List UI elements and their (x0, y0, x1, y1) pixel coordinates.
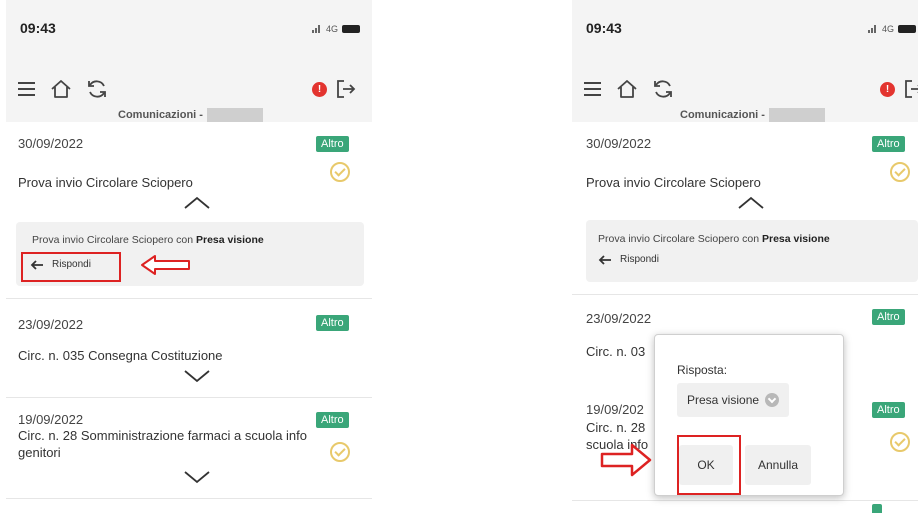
refresh-icon[interactable] (650, 76, 676, 102)
divider (572, 500, 918, 501)
detail-text-bold: Presa visione (762, 233, 830, 245)
read-check-icon (890, 162, 910, 182)
category-tag: Altro (872, 309, 905, 325)
signal-indicator: 4G (867, 24, 916, 34)
item-title: Circ. n. 28 Somministrazione farmaci a s… (18, 428, 308, 460)
chevron-down-icon[interactable] (182, 369, 212, 383)
page-title: Comunicazioni - (118, 108, 263, 122)
signal-bars-icon (867, 25, 878, 33)
item-title-line-1: Circ. n. 28 (586, 420, 646, 435)
page-title-text: Comunicazioni - (680, 109, 765, 121)
chevron-up-icon[interactable] (182, 196, 212, 210)
item-date: 30/09/2022 (586, 136, 652, 151)
item-detail-box: Prova invio Circolare Sciopero con Presa… (16, 222, 364, 286)
category-tag (872, 504, 882, 513)
chevron-up-icon[interactable] (736, 196, 766, 210)
list-item[interactable]: 23/09/2022 Altro Circ. n. 035 Consegna C… (6, 299, 372, 397)
item-title: Prova invio Circolare Sciopero (18, 175, 193, 190)
response-select[interactable]: Presa visione (677, 383, 790, 417)
read-check-icon (890, 432, 910, 452)
reply-arrow-icon (598, 254, 611, 265)
pointer-arrow-icon (141, 255, 190, 275)
home-icon[interactable] (614, 76, 640, 102)
menu-icon[interactable] (580, 76, 606, 102)
list-item[interactable]: 19/09/2022 Altro Circ. n. 28 Somministra… (6, 398, 372, 498)
page-title: Comunicazioni - (680, 108, 825, 122)
status-time: 09:43 (586, 20, 622, 36)
detail-text: Prova invio Circolare Sciopero con Presa… (598, 233, 830, 245)
notification-badge[interactable]: ! (880, 82, 895, 97)
reply-label: Rispondi (620, 254, 659, 265)
response-label: Risposta: (677, 363, 728, 377)
item-date: 23/09/2022 (18, 317, 84, 332)
list-item[interactable]: 30/09/2022 Altro Prova invio Circolare S… (6, 122, 372, 298)
menu-icon[interactable] (14, 76, 40, 102)
logout-icon[interactable] (332, 76, 358, 102)
category-tag: Altro (316, 136, 349, 152)
status-time: 09:43 (20, 20, 56, 36)
phone-screen-left: 09:43 4G ! Comunicazioni - 30/09/2022 Al… (6, 0, 372, 513)
response-select-value: Presa visione (687, 393, 760, 407)
detail-text-content: Prova invio Circolare Sciopero con (598, 233, 762, 245)
battery-icon (342, 25, 360, 33)
detail-text: Prova invio Circolare Sciopero con Presa… (32, 234, 264, 246)
signal-bars-icon (311, 25, 322, 33)
notification-badge[interactable]: ! (312, 82, 327, 97)
item-date: 19/09/2022 (18, 412, 84, 427)
status-bar: 09:43 4G (6, 0, 372, 62)
reply-button[interactable]: Rispondi (598, 254, 659, 265)
item-title: Circ. n. 03 (586, 344, 646, 359)
item-title: Prova invio Circolare Sciopero (586, 175, 761, 190)
item-title: Circ. n. 035 Consegna Costituzione (18, 348, 223, 363)
item-date: 30/09/2022 (18, 136, 84, 151)
item-date: 19/09/202 (586, 402, 644, 417)
redacted-name (206, 108, 263, 122)
read-check-icon (330, 442, 350, 462)
category-tag: Altro (872, 402, 905, 418)
page-title-text: Comunicazioni - (118, 109, 203, 121)
home-icon[interactable] (48, 76, 74, 102)
highlight-box (21, 252, 121, 282)
response-dialog: Risposta: Presa visione OK Annulla (654, 334, 844, 496)
divider (6, 498, 372, 499)
network-label: 4G (881, 24, 894, 34)
network-label: 4G (325, 24, 338, 34)
detail-text-bold: Presa visione (196, 234, 264, 246)
battery-icon (898, 25, 916, 33)
logout-icon[interactable] (900, 76, 918, 102)
refresh-icon[interactable] (84, 76, 110, 102)
chevron-down-icon (765, 393, 780, 407)
chevron-down-icon[interactable] (182, 470, 212, 484)
category-tag: Altro (316, 412, 349, 428)
highlight-box (677, 435, 741, 495)
cancel-button[interactable]: Annulla (745, 445, 811, 485)
app-toolbar: ! Comunicazioni - (572, 62, 918, 122)
item-detail-box: Prova invio Circolare Sciopero con Presa… (586, 220, 918, 282)
read-check-icon (330, 162, 350, 182)
item-date: 23/09/2022 (586, 311, 652, 326)
category-tag: Altro (316, 315, 349, 331)
phone-screen-right: 09:43 4G ! Comunicazioni - 30/09/2022 Al… (572, 0, 918, 513)
signal-indicator: 4G (311, 24, 360, 34)
list-item[interactable]: 30/09/2022 Altro Prova invio Circolare S… (572, 122, 918, 294)
redacted-name (768, 108, 825, 122)
status-bar: 09:43 4G (572, 0, 918, 62)
app-toolbar: ! Comunicazioni - (6, 62, 372, 122)
pointer-arrow-icon (600, 443, 652, 477)
detail-text-content: Prova invio Circolare Sciopero con (32, 234, 196, 246)
category-tag: Altro (872, 136, 905, 152)
